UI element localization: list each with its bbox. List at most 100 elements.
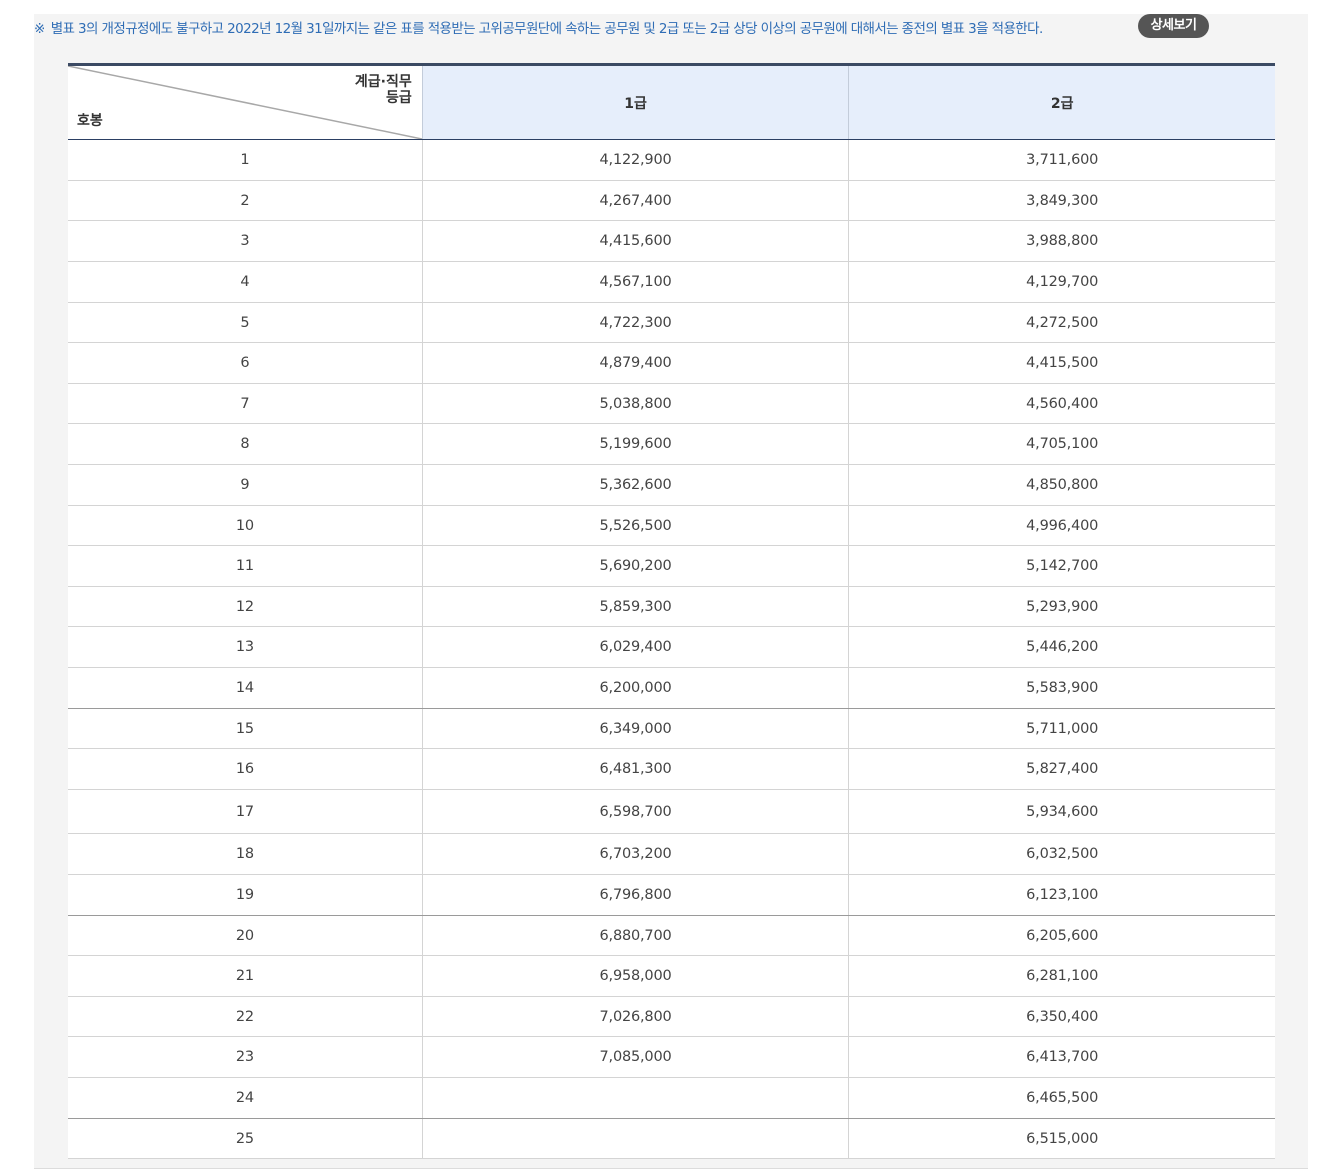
- header-grade-2: 2급: [1050, 95, 1074, 112]
- grade2-salary-cell: 6,515,000: [1026, 1130, 1099, 1147]
- table-row: 25 6,515,000: [68, 1119, 1275, 1159]
- step-cell: 18: [68, 834, 423, 874]
- step-cell: 12: [68, 587, 423, 626]
- grade1-salary-cell: 5,038,800: [423, 384, 850, 423]
- step-cell: 16: [68, 749, 423, 789]
- step-cell: 11: [68, 546, 423, 586]
- table-header: 계급·직무 등급 호봉 1급 2급: [68, 66, 1275, 140]
- grade1-salary-cell: [423, 1078, 850, 1118]
- step-cell: 22: [68, 997, 423, 1036]
- grade2-salary-cell: 5,142,700: [1026, 558, 1099, 574]
- grade2-salary-cell: 6,465,500: [1026, 1090, 1099, 1106]
- grade1-salary-cell: 7,026,800: [423, 997, 850, 1036]
- salary-table: 계급·직무 등급 호봉 1급 2급 1 4,122,900 3,711,600 2 4,…: [68, 63, 1275, 1159]
- grade2-salary-cell: 3,988,800: [1026, 233, 1099, 249]
- grade2-salary-cell: 6,032,500: [1026, 846, 1099, 862]
- grade2-salary-cell: 5,293,900: [1026, 598, 1099, 615]
- grade2-salary-cell: 6,413,700: [1026, 1049, 1099, 1065]
- table-row: 4 4,567,100 4,129,700: [68, 262, 1275, 303]
- notice-body: 별표 3의 개정규정에도 불구하고 2022년 12월 31일까지는 같은 표를…: [50, 21, 1044, 37]
- table-row: 3 4,415,600 3,988,800: [68, 221, 1275, 262]
- step-cell: 15: [68, 709, 423, 748]
- table-row: 24 6,465,500: [68, 1078, 1275, 1119]
- grade1-salary-cell: 4,567,100: [423, 262, 850, 302]
- grade2-salary-cell: 4,415,500: [1026, 355, 1099, 371]
- grade1-salary-cell: 4,122,900: [423, 140, 850, 180]
- table-row: 20 6,880,700 6,205,600: [68, 916, 1275, 956]
- header-grade-label-line1: 계급·직무: [354, 74, 412, 90]
- grade2-salary-cell: 4,996,400: [1026, 517, 1099, 534]
- grade1-salary-cell: 5,690,200: [423, 546, 850, 586]
- grade1-salary-cell: 4,722,300: [423, 303, 850, 342]
- table-row: 5 4,722,300 4,272,500: [68, 303, 1275, 343]
- grade1-salary-cell: 6,703,200: [423, 834, 850, 874]
- table-row: 15 6,349,000 5,711,000: [68, 709, 1275, 749]
- step-cell: 13: [68, 627, 423, 667]
- grade1-salary-cell: [423, 1119, 850, 1158]
- grade1-salary-cell: 4,267,400: [423, 181, 850, 220]
- grade2-salary-cell: 5,711,000: [1026, 720, 1099, 737]
- grade2-salary-cell: 5,827,400: [1026, 761, 1099, 777]
- detail-view-button[interactable]: 상세보기: [1138, 14, 1209, 38]
- grade1-salary-cell: 6,200,000: [423, 668, 850, 708]
- header-step-label: 호봉: [77, 113, 103, 129]
- step-cell: 19: [68, 875, 423, 915]
- step-cell: 6: [68, 343, 423, 383]
- grade2-salary-cell: 6,123,100: [1026, 887, 1099, 903]
- grade1-salary-cell: 6,481,300: [423, 749, 850, 789]
- step-cell: 3: [68, 221, 423, 261]
- grade2-salary-cell: 6,350,400: [1026, 1008, 1099, 1025]
- grade2-salary-cell: 5,934,600: [1026, 803, 1099, 820]
- grade1-salary-cell: 5,199,600: [423, 424, 850, 464]
- grade2-salary-cell: 6,205,600: [1026, 927, 1099, 944]
- table-row: 19 6,796,800 6,123,100: [68, 875, 1275, 916]
- notice-mark: ※: [34, 21, 45, 37]
- grade1-salary-cell: 6,880,700: [423, 916, 850, 955]
- table-row: 7 5,038,800 4,560,400: [68, 384, 1275, 424]
- table-row: 12 5,859,300 5,293,900: [68, 587, 1275, 627]
- notice-text: ※ 별표 3의 개정규정에도 불구하고 2022년 12월 31일까지는 같은 표…: [34, 14, 1043, 44]
- table-row: 1 4,122,900 3,711,600: [68, 140, 1275, 181]
- grade2-salary-cell: 4,129,700: [1026, 274, 1099, 290]
- grade1-salary-cell: 5,859,300: [423, 587, 850, 626]
- step-cell: 10: [68, 506, 423, 545]
- table-row: 8 5,199,600 4,705,100: [68, 424, 1275, 465]
- step-cell: 8: [68, 424, 423, 464]
- grade1-salary-cell: 4,879,400: [423, 343, 850, 383]
- table-row: 10 5,526,500 4,996,400: [68, 506, 1275, 546]
- grade2-salary-cell: 4,705,100: [1026, 436, 1099, 452]
- grade1-salary-cell: 6,796,800: [423, 875, 850, 915]
- table-row: 18 6,703,200 6,032,500: [68, 834, 1275, 875]
- grade2-salary-cell: 4,560,400: [1026, 395, 1099, 412]
- table-body: 1 4,122,900 3,711,600 2 4,267,400 3,849,300 3 4…: [68, 140, 1275, 1159]
- step-cell: 9: [68, 465, 423, 505]
- step-cell: 17: [68, 790, 423, 833]
- grade1-salary-cell: 6,958,000: [423, 956, 850, 996]
- step-cell: 20: [68, 916, 423, 955]
- grade2-salary-cell: 5,446,200: [1026, 639, 1099, 655]
- grade2-salary-cell: 3,849,300: [1026, 192, 1099, 209]
- step-cell: 7: [68, 384, 423, 423]
- header-grade-1: 1급: [423, 66, 850, 139]
- step-cell: 4: [68, 262, 423, 302]
- grade1-salary-cell: 6,029,400: [423, 627, 850, 667]
- step-cell: 1: [68, 140, 423, 180]
- step-cell: 14: [68, 668, 423, 708]
- step-cell: 24: [68, 1078, 423, 1118]
- step-cell: 5: [68, 303, 423, 342]
- grade1-salary-cell: 6,349,000: [423, 709, 850, 748]
- table-row: 2 4,267,400 3,849,300: [68, 181, 1275, 221]
- table-row: 21 6,958,000 6,281,100: [68, 956, 1275, 997]
- grade2-salary-cell: 5,583,900: [1026, 680, 1099, 696]
- grade1-salary-cell: 6,598,700: [423, 790, 850, 833]
- grade1-salary-cell: 7,085,000: [423, 1037, 850, 1077]
- grade2-salary-cell: 3,711,600: [1026, 152, 1099, 168]
- table-row: 23 7,085,000 6,413,700: [68, 1037, 1275, 1078]
- table-row: 13 6,029,400 5,446,200: [68, 627, 1275, 668]
- table-row: 11 5,690,200 5,142,700: [68, 546, 1275, 587]
- table-row: 22 7,026,800 6,350,400: [68, 997, 1275, 1037]
- grade2-salary-cell: 4,272,500: [1026, 314, 1099, 331]
- grade2-salary-cell: 6,281,100: [1026, 968, 1099, 984]
- table-row: 9 5,362,600 4,850,800: [68, 465, 1275, 506]
- grade1-salary-cell: 5,362,600: [423, 465, 850, 505]
